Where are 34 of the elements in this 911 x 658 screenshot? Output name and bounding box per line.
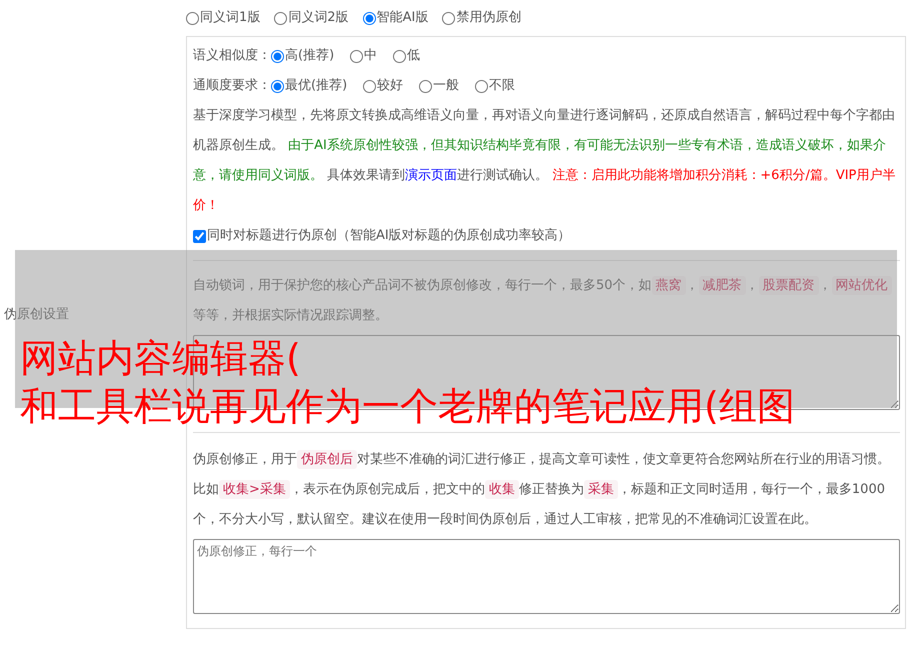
- description-text: 基于深度学习模型，先将原文转换成高维语义向量，再对语义向量进行逐词解码，还原成自然语言，解码过程中每个字都由机器原创生成。 由于AI系统原创性较强，但其知识结构毕竟有限，有可能无法识别一些专有术语，造成语义破坏，如果介意，请使用同义词版。 具体效果请到演示页面进行测试确认。 注意：启用此功能将增加积分消耗：+6积分/篇。VIP用户半价！: [193, 107, 896, 215]
- radio-button[interactable]: [475, 80, 488, 92]
- radio-button[interactable]: [393, 50, 406, 62]
- radio-button[interactable]: [274, 12, 288, 24]
- demo-link[interactable]: 演示页面: [405, 168, 458, 183]
- radio-option[interactable]: 最优(推荐): [271, 76, 348, 96]
- mode-option[interactable]: 智能AI版: [362, 8, 428, 28]
- radio-option[interactable]: 高(推荐): [271, 46, 334, 66]
- radio-button[interactable]: [350, 50, 364, 62]
- field-label: 通顺度要求：: [193, 77, 271, 96]
- radio-option[interactable]: 中: [350, 46, 378, 66]
- overlay-headline: 网站内容编辑器(: [20, 335, 301, 382]
- corrections-field[interactable]: 伪原创修正，每行一个: [193, 539, 900, 614]
- radio-button[interactable]: [363, 80, 376, 92]
- radio-option[interactable]: 低: [393, 46, 420, 66]
- radio-button[interactable]: [186, 12, 199, 24]
- mode-option[interactable]: 同义词2版: [274, 8, 349, 28]
- overlay-headline: 和工具栏说再见作为一个老牌的笔记应用(组图: [20, 383, 795, 430]
- section-label: 伪原创设置: [4, 306, 69, 324]
- lock-words-help: 自动锁词，用于保护您的核心产品词不被伪原创修改，每行一个，最多50个，如 燕窝 ， 减肥茶 ， 股票配资 ， 网站优化 等等，并根据实际情况跟踪调整。: [193, 271, 900, 331]
- mode-option[interactable]: 禁用伪原创: [442, 8, 522, 28]
- radio-option[interactable]: 一般: [419, 76, 460, 96]
- field-label: 语义相似度：: [193, 47, 271, 66]
- radio-option[interactable]: 不限: [475, 76, 516, 96]
- radio-button[interactable]: [271, 80, 284, 92]
- title-option[interactable]: 同时对标题进行伪原创（智能AI版对标题的伪原创成功率较高）: [193, 226, 571, 246]
- radio-option[interactable]: 较好: [363, 76, 404, 96]
- radio-button[interactable]: [362, 12, 376, 24]
- checkbox[interactable]: [193, 230, 206, 242]
- mode-option[interactable]: 同义词1版: [186, 8, 260, 28]
- radio-button[interactable]: [419, 80, 432, 92]
- radio-button[interactable]: [271, 50, 284, 62]
- radio-button[interactable]: [442, 12, 456, 24]
- corrections-help: 伪原创修正，用于 伪原创后 对某些不准确的词汇进行修正，提高文章可读性，使文章更符合您网站所在行业的用语习惯。比如 收集>采集 ，表示在伪原创完成后，把文中的 收集 修正替换为 采集 ，标题和正文同时适用，每行一个，最多1000个，不分大小写，默认留空。建议在使用一段时间伪原创后，通过人工审核，把常见的不准确词汇设置在此。: [193, 449, 891, 529]
